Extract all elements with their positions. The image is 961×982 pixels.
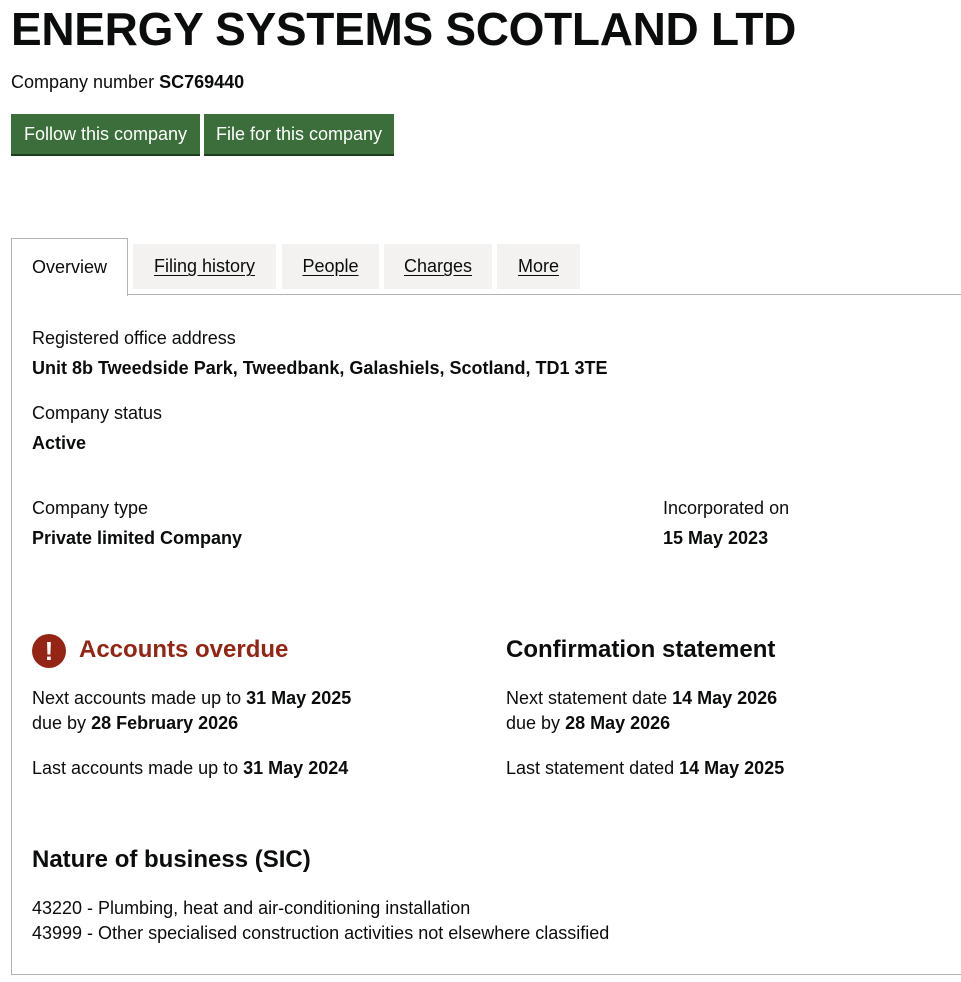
company-name-heading: ENERGY SYSTEMS SCOTLAND LTD bbox=[11, 3, 797, 55]
company-type-label: Company type bbox=[32, 498, 149, 518]
incorporated-value: 15 May 2023 bbox=[663, 528, 769, 548]
follow-company-button[interactable]: Follow this company bbox=[11, 114, 200, 154]
tab-more-label: More bbox=[517, 256, 559, 276]
next-accounts-prefix: Next accounts made up to bbox=[32, 688, 242, 708]
incorporated-label: Incorporated on bbox=[663, 498, 790, 518]
next-statement-date: 14 May 2026 bbox=[672, 688, 778, 708]
sic-item: 43999 - Other specialised construction a… bbox=[32, 923, 610, 943]
accounts-due-line: due by 28 February 2026 bbox=[32, 712, 238, 734]
next-accounts-date: 31 May 2025 bbox=[246, 688, 352, 708]
tab-charges[interactable]: Charges bbox=[384, 244, 492, 289]
tab-overview-label: Overview bbox=[31, 257, 107, 277]
statement-due-prefix: due by bbox=[506, 713, 561, 733]
next-statement-prefix: Next statement date bbox=[506, 688, 668, 708]
registered-address-value: Unit 8b Tweedside Park, Tweedbank, Galas… bbox=[32, 358, 608, 378]
tab-filing-history[interactable]: Filing history bbox=[133, 244, 276, 289]
next-statement-line: Next statement date 14 May 2026 bbox=[506, 687, 777, 709]
company-type-value: Private limited Company bbox=[32, 528, 243, 548]
accounts-due-prefix: due by bbox=[32, 713, 87, 733]
company-number-value: SC769440 bbox=[159, 72, 245, 92]
statement-due-date: 28 May 2026 bbox=[565, 713, 671, 733]
exclamation-icon: ! bbox=[32, 634, 66, 668]
accounts-due-date: 28 February 2026 bbox=[91, 713, 239, 733]
tab-charges-label: Charges bbox=[403, 256, 473, 276]
last-statement-line: Last statement dated 14 May 2025 bbox=[506, 757, 784, 779]
company-status-value: Active bbox=[32, 433, 87, 453]
company-number: Company number SC769440 bbox=[11, 71, 244, 93]
last-statement-date: 14 May 2025 bbox=[679, 758, 785, 778]
last-accounts-prefix: Last accounts made up to bbox=[32, 758, 239, 778]
company-overview-page: ENERGY SYSTEMS SCOTLAND LTD Company numb… bbox=[0, 0, 961, 982]
nature-of-business-heading: Nature of business (SIC) bbox=[32, 846, 311, 873]
accounts-overdue-heading: Accounts overdue bbox=[79, 636, 289, 663]
statement-due-line: due by 28 May 2026 bbox=[506, 712, 670, 734]
tab-people[interactable]: People bbox=[282, 244, 379, 289]
last-accounts-line: Last accounts made up to 31 May 2024 bbox=[32, 757, 348, 779]
confirmation-statement-heading: Confirmation statement bbox=[506, 636, 776, 663]
tab-filing-history-label: Filing history bbox=[153, 256, 256, 276]
tab-more[interactable]: More bbox=[497, 244, 580, 289]
file-for-company-button[interactable]: File for this company bbox=[204, 114, 394, 154]
tab-overview[interactable]: Overview bbox=[11, 238, 128, 296]
sic-item: 43220 - Plumbing, heat and air-condition… bbox=[32, 898, 471, 918]
company-status-label: Company status bbox=[32, 403, 163, 423]
registered-address-label: Registered office address bbox=[32, 328, 236, 348]
company-number-label: Company number bbox=[11, 72, 155, 92]
last-statement-prefix: Last statement dated bbox=[506, 758, 675, 778]
last-accounts-date: 31 May 2024 bbox=[243, 758, 349, 778]
tab-people-label: People bbox=[302, 256, 359, 276]
next-accounts-line: Next accounts made up to 31 May 2025 bbox=[32, 687, 351, 709]
